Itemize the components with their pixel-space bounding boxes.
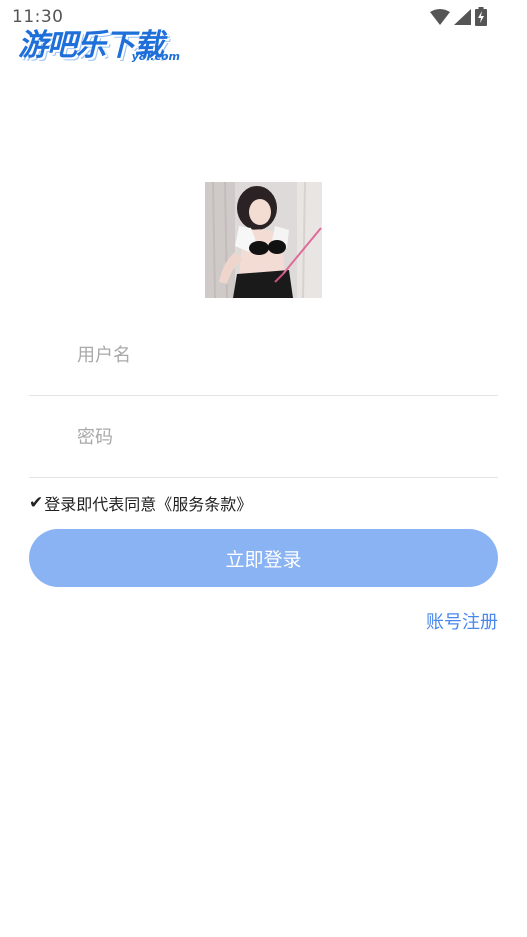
password-input[interactable] (77, 421, 477, 453)
login-button-label: 立即登录 (225, 548, 302, 571)
avatar-photo (205, 182, 322, 298)
agreement-label: 登录即代表同意《服务条款》 (44, 495, 253, 514)
watermark-subtitle: y8l.com (131, 50, 180, 63)
register-link[interactable]: 账号注册 (426, 608, 498, 634)
checkmark-icon[interactable]: ✔ (29, 493, 43, 513)
username-input[interactable] (77, 339, 477, 371)
password-field-container (29, 395, 498, 478)
agreement-checkbox[interactable]: ✔ 登录即代表同意《服务条款》 (29, 491, 252, 515)
battery-icon (475, 7, 487, 26)
login-button[interactable]: 立即登录 (29, 529, 498, 587)
signal-icon (454, 8, 471, 25)
watermark-logo: 游吧乐下载 y8l.com (18, 20, 188, 66)
wifi-icon (430, 8, 450, 25)
username-field-container (29, 313, 498, 396)
avatar (205, 182, 322, 298)
status-icons (430, 7, 487, 26)
